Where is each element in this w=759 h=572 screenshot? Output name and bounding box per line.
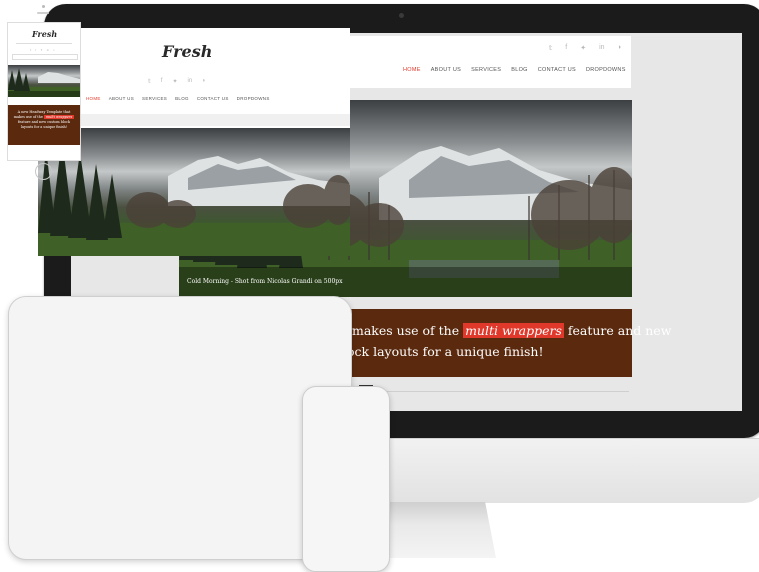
promo-highlight: multi wrappers	[43, 115, 75, 119]
social-links: 𝕥 f ✦ in ◗	[549, 44, 622, 52]
speaker-grill	[37, 12, 49, 14]
ipad-screen: Fresh 𝕥 f ✦ in ◗ HOME ABOUT US SERVICES …	[38, 28, 350, 256]
rss-icon[interactable]: ◗	[202, 78, 206, 85]
promo-banner: A new Headway Template that makes use of…	[8, 105, 80, 145]
nav-home[interactable]: HOME	[86, 96, 101, 101]
google-plus-icon[interactable]: ✦	[580, 44, 586, 52]
rss-icon[interactable]: ◗	[53, 48, 55, 52]
facebook-icon[interactable]: f	[35, 48, 36, 52]
ipad-frame	[8, 296, 352, 560]
iphone-frame	[302, 386, 390, 572]
hero-slider[interactable]	[38, 128, 350, 256]
social-links: 𝕥 f ✦ in ◗	[30, 48, 55, 52]
facebook-icon[interactable]: f	[161, 78, 163, 85]
nav-blog[interactable]: BLOG	[175, 96, 189, 101]
linkedin-icon[interactable]: in	[188, 78, 193, 85]
hero-slider[interactable]	[8, 65, 80, 97]
rss-icon[interactable]: ◗	[618, 44, 622, 52]
twitter-icon[interactable]: 𝕥	[549, 44, 552, 52]
main-nav: HOME ABOUT US SERVICES BLOG CONTACT US D…	[403, 67, 626, 73]
site-logo[interactable]: Fresh	[32, 29, 57, 39]
linkedin-icon[interactable]: in	[47, 48, 49, 52]
hero-image	[8, 68, 80, 97]
facebook-icon[interactable]: f	[565, 44, 567, 52]
twitter-icon[interactable]: 𝕥	[30, 48, 31, 52]
social-links: 𝕥 f ✦ in ◗	[148, 78, 206, 85]
promo-line-4: layouts for a unique finish!	[20, 125, 68, 129]
promo-line-1: t makes use of the multi wrappers featur…	[343, 323, 672, 338]
nav-services[interactable]: SERVICES	[142, 96, 167, 101]
hero-image	[38, 138, 350, 256]
divider	[16, 43, 72, 44]
iphone-screen: Fresh 𝕥 f ✦ in ◗ A new Headway Template …	[7, 22, 81, 161]
hero-caption: Cold Morning - Shot from Nicolas Grandi …	[187, 278, 343, 285]
nav-services[interactable]: SERVICES	[471, 67, 501, 73]
nav-dropdowns[interactable]: DROPDOWNS	[586, 67, 626, 73]
home-button[interactable]	[35, 163, 52, 180]
nav-contact-us[interactable]: CONTACT US	[538, 67, 576, 73]
spacer	[38, 114, 350, 126]
nav-blog[interactable]: BLOG	[511, 67, 527, 73]
promo-line-1: A new Headway Template that	[17, 110, 71, 114]
camera-icon	[399, 13, 404, 18]
nav-home[interactable]: HOME	[403, 67, 421, 73]
twitter-icon[interactable]: 𝕥	[148, 78, 151, 85]
nav-about-us[interactable]: ABOUT US	[109, 96, 134, 101]
google-plus-icon[interactable]: ✦	[40, 48, 43, 52]
linkedin-icon[interactable]: in	[599, 44, 604, 52]
nav-about-us[interactable]: ABOUT US	[431, 67, 461, 73]
promo-highlight: multi wrappers	[463, 323, 564, 338]
google-plus-icon[interactable]: ✦	[172, 78, 177, 85]
site-logo[interactable]: Fresh	[162, 42, 212, 61]
camera-icon	[42, 5, 45, 8]
hero-caption-bar: Cold Morning - Shot from Nicolas Grandi …	[179, 267, 632, 297]
menu-select[interactable]	[12, 54, 78, 60]
main-nav: HOME ABOUT US SERVICES BLOG CONTACT US D…	[86, 96, 270, 101]
divider	[359, 391, 629, 392]
nav-contact-us[interactable]: CONTACT US	[197, 96, 229, 101]
promo-line-2: lock layouts for a unique finish!	[343, 344, 544, 359]
nav-dropdowns[interactable]: DROPDOWNS	[237, 96, 270, 101]
